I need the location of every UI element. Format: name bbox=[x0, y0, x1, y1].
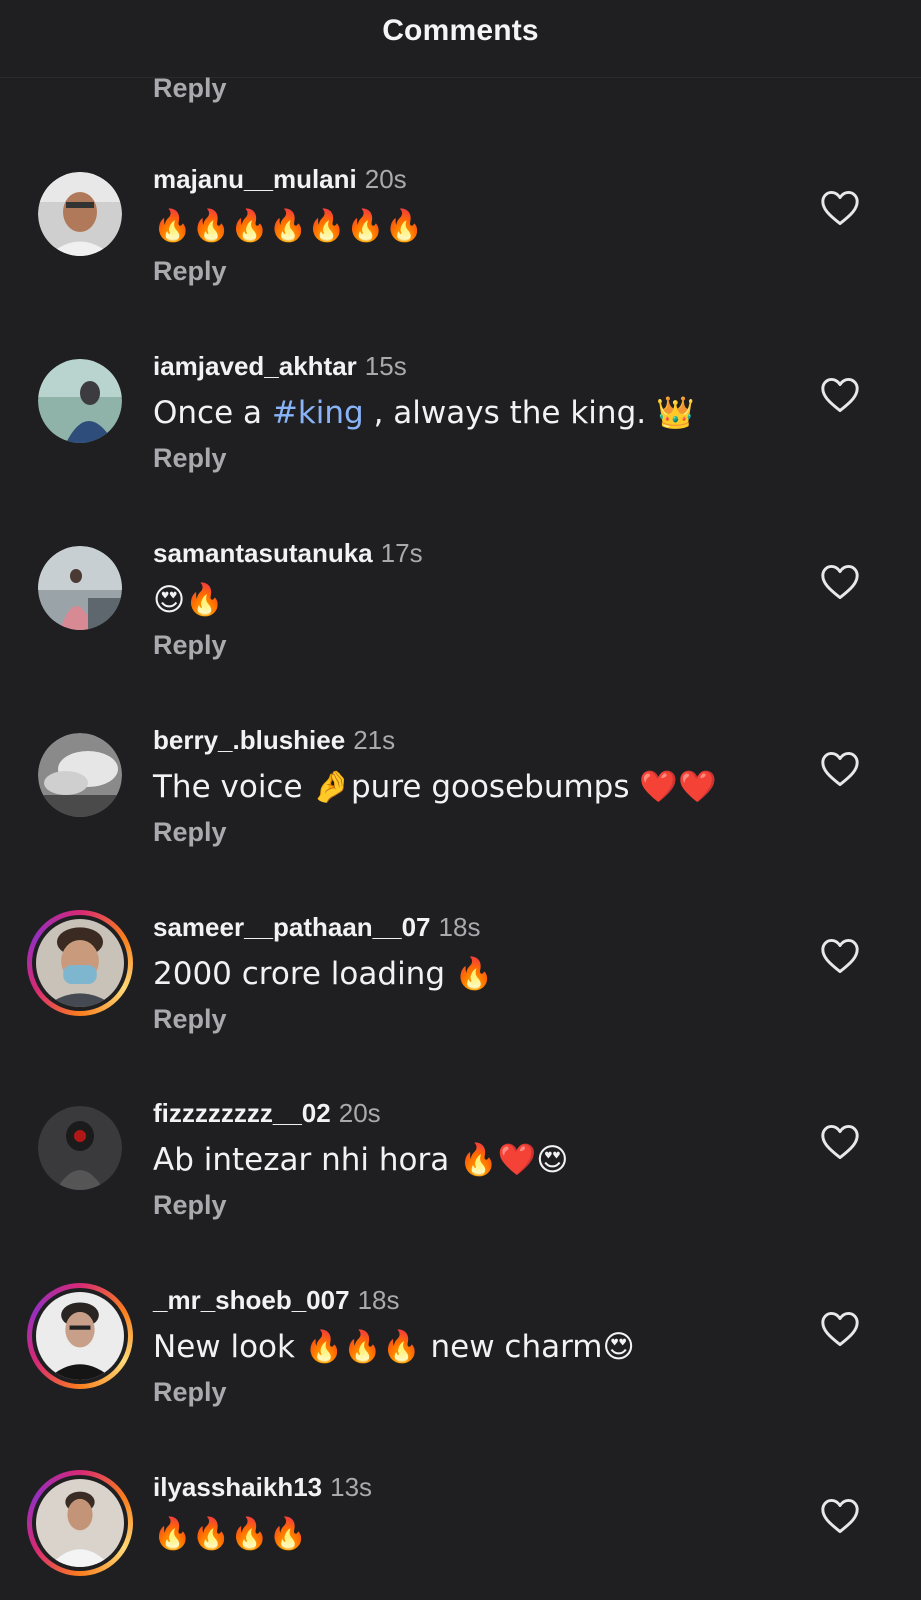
comment-item: _mr_shoeb_007 18s New look 🔥🔥🔥 new charm😍… bbox=[0, 1283, 921, 1473]
avatar-image bbox=[36, 1479, 124, 1567]
heart-icon[interactable] bbox=[820, 190, 860, 226]
comments-header: Comments bbox=[0, 0, 921, 78]
comment-username[interactable]: sameer__pathaan__07 bbox=[153, 912, 431, 942]
avatar-story-ring[interactable] bbox=[27, 1283, 133, 1389]
comment-time: 18s bbox=[438, 912, 481, 942]
comment-item: iamjaved_akhtar 15s Once a #king , always… bbox=[0, 349, 921, 539]
comment-meta: _mr_shoeb_007 18s bbox=[153, 1283, 399, 1317]
reply-button[interactable]: Reply bbox=[153, 443, 227, 474]
comment-text: 🔥🔥🔥🔥 bbox=[153, 1516, 308, 1552]
reply-button[interactable]: Reply bbox=[153, 817, 227, 848]
avatar-image bbox=[38, 546, 122, 630]
comment-text: Ab intezar nhi hora 🔥❤️😍 bbox=[153, 1142, 569, 1178]
reply-button[interactable]: Reply bbox=[153, 630, 227, 661]
reply-button[interactable]: Reply bbox=[153, 1377, 227, 1408]
hashtag-link[interactable]: #king bbox=[272, 395, 364, 431]
reply-button[interactable]: Reply bbox=[153, 256, 227, 287]
comment-text-before: Once a bbox=[153, 395, 272, 431]
avatar-story-ring[interactable] bbox=[27, 910, 133, 1016]
comment-item: samantasutanuka 17s 😍🔥 Reply bbox=[0, 536, 921, 726]
comment-text: Once a #king , always the king. 👑 bbox=[153, 393, 695, 433]
avatar[interactable] bbox=[38, 733, 122, 817]
comment-username[interactable]: fizzzzzzzz__02 bbox=[153, 1098, 331, 1128]
comment-text: 😍🔥 bbox=[153, 582, 224, 618]
page-title: Comments bbox=[382, 14, 539, 47]
comment-time: 17s bbox=[380, 538, 423, 568]
heart-icon[interactable] bbox=[820, 564, 860, 600]
comment-username[interactable]: berry_.blushiee bbox=[153, 725, 345, 755]
comment-meta: majanu__mulani 20s bbox=[153, 162, 407, 196]
comment-text: The voice 🤌pure goosebumps ❤️❤️ bbox=[153, 769, 717, 805]
avatar[interactable] bbox=[38, 359, 122, 443]
comment-username[interactable]: ilyasshaikh13 bbox=[153, 1472, 322, 1502]
heart-icon[interactable] bbox=[820, 938, 860, 974]
comment-item: ilyasshaikh13 13s 🔥🔥🔥🔥 bbox=[0, 1470, 921, 1600]
avatar-image bbox=[36, 1292, 124, 1380]
avatar[interactable] bbox=[38, 546, 122, 630]
comment-item: berry_.blushiee 21s The voice 🤌pure goose… bbox=[0, 723, 921, 913]
avatar-image bbox=[38, 172, 122, 256]
comment-text: 2000 crore loading 🔥 bbox=[153, 956, 494, 992]
comment-time: 20s bbox=[364, 164, 407, 194]
comment-meta: ilyasshaikh13 13s bbox=[153, 1470, 372, 1504]
heart-icon[interactable] bbox=[820, 1124, 860, 1160]
avatar-story-ring[interactable] bbox=[27, 1470, 133, 1576]
comment-username[interactable]: samantasutanuka bbox=[153, 538, 373, 568]
comment-meta: samantasutanuka 17s bbox=[153, 536, 423, 570]
reply-button[interactable]: Reply bbox=[153, 1190, 227, 1221]
comment-text: New look 🔥🔥🔥 new charm😍 bbox=[153, 1329, 635, 1365]
comment-item: sameer__pathaan__07 18s 2000 crore loadin… bbox=[0, 910, 921, 1100]
comment-username[interactable]: iamjaved_akhtar bbox=[153, 351, 357, 381]
comment-item: fizzzzzzzz__02 20s Ab intezar nhi hora 🔥❤… bbox=[0, 1096, 921, 1286]
comment-meta: sameer__pathaan__07 18s bbox=[153, 910, 480, 944]
heart-icon[interactable] bbox=[820, 377, 860, 413]
heart-icon[interactable] bbox=[820, 1498, 860, 1534]
comment-item: majanu__mulani 20s 🔥🔥🔥🔥🔥🔥🔥 Reply bbox=[0, 162, 921, 352]
comment-meta: fizzzzzzzz__02 20s bbox=[153, 1096, 381, 1130]
comment-meta: berry_.blushiee 21s bbox=[153, 723, 395, 757]
avatar[interactable] bbox=[38, 1106, 122, 1190]
comment-meta: iamjaved_akhtar 15s bbox=[153, 349, 407, 383]
comment-time: 13s bbox=[330, 1472, 373, 1502]
avatar[interactable] bbox=[38, 172, 122, 256]
comment-time: 15s bbox=[364, 351, 407, 381]
comment-time: 18s bbox=[357, 1285, 400, 1315]
reply-button[interactable]: Reply bbox=[153, 1004, 227, 1035]
reply-button[interactable]: Reply bbox=[153, 73, 227, 104]
comment-username[interactable]: _mr_shoeb_007 bbox=[153, 1285, 350, 1315]
comment-username[interactable]: majanu__mulani bbox=[153, 164, 357, 194]
comment-time: 21s bbox=[353, 725, 396, 755]
comment-text-after: , always the king. 👑 bbox=[363, 395, 695, 431]
avatar-image bbox=[36, 919, 124, 1007]
comment-text: 🔥🔥🔥🔥🔥🔥🔥 bbox=[153, 208, 424, 244]
avatar-image bbox=[38, 359, 122, 443]
avatar-image bbox=[38, 733, 122, 817]
heart-icon[interactable] bbox=[820, 1311, 860, 1347]
comment-time: 20s bbox=[338, 1098, 381, 1128]
avatar-image bbox=[38, 1106, 122, 1190]
heart-icon[interactable] bbox=[820, 751, 860, 787]
